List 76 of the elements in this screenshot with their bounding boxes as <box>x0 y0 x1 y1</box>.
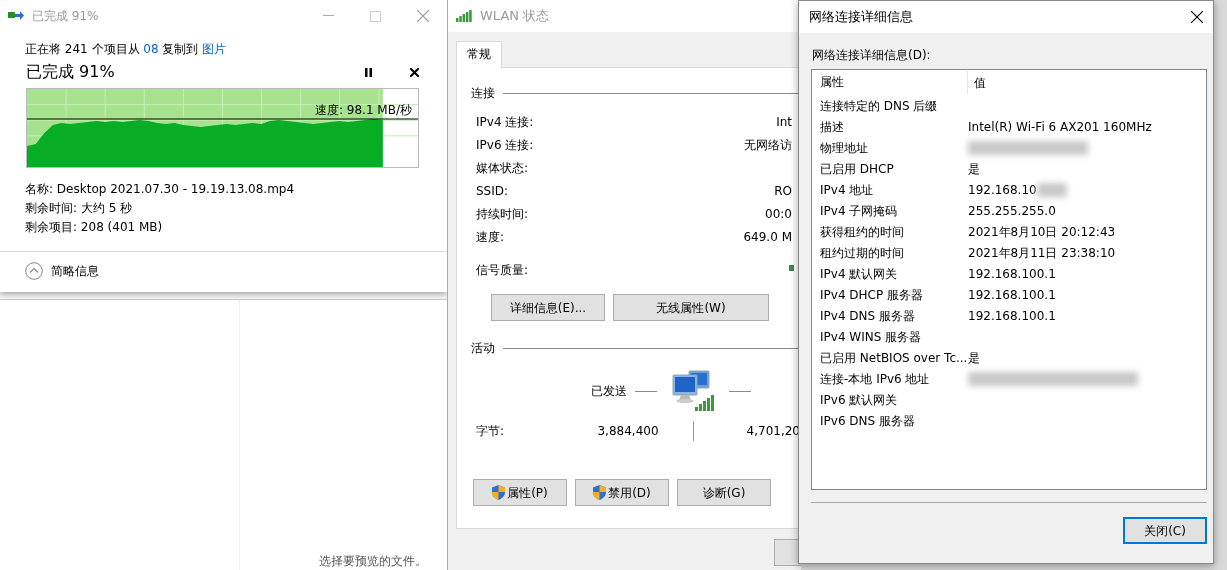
dialog-button[interactable]: 详细信息(E)... <box>491 294 605 321</box>
dialog-button[interactable]: 属性(P) <box>473 479 567 506</box>
property-cell-text: 连接-本地 IPv6 地址 <box>819 370 931 388</box>
field-value: 无网络访 <box>744 136 792 154</box>
field-label: IPv6 连接: <box>476 136 534 154</box>
property-cell-text: 描述 <box>819 118 845 136</box>
field-value: 649.0 M <box>743 228 792 246</box>
maximize-icon[interactable] <box>370 10 381 22</box>
shield-icon <box>492 485 506 500</box>
list-label: 网络连接详细信息(D): <box>812 48 931 62</box>
property-cell-text: IPv4 DHCP 服务器 <box>819 286 925 304</box>
value-cell-text: 是 <box>968 160 980 178</box>
property-cell-text: 连接特定的 DNS 后缀 <box>819 97 939 115</box>
value-cell-text: 是 <box>968 349 980 367</box>
close-icon[interactable] <box>1191 11 1203 23</box>
value-cell-text: 192.168.10 <box>968 181 1037 199</box>
field-value: RO <box>774 182 792 200</box>
dialog-button[interactable]: 无线属性(W) <box>613 294 769 321</box>
field-label: SSID: <box>476 182 509 200</box>
cancel-icon[interactable] <box>410 67 419 77</box>
property-cell-text: IPv4 WINS 服务器 <box>819 328 923 346</box>
property-cell-text: 物理地址 <box>819 139 869 157</box>
property-cell-text: 已启用 DHCP <box>819 160 895 178</box>
close-button[interactable]: 关闭(C) <box>1123 517 1207 544</box>
value-cell-text: 192.168.100.1 <box>968 307 1056 325</box>
property-cell-text: IPv6 默认网关 <box>819 391 899 409</box>
field-label: 持续时间: <box>476 205 529 223</box>
dialog-button[interactable]: 诊断(G) <box>677 479 771 506</box>
field-label: 速度: <box>476 228 505 246</box>
toggle-link[interactable]: 简略信息 <box>51 262 99 280</box>
group-heading: 连接 <box>471 85 495 102</box>
property-cell-text: IPv4 DNS 服务器 <box>819 307 916 325</box>
preview-hint: 选择要预览的文件。 <box>319 553 427 570</box>
property-cell-text: IPv4 地址 <box>819 181 875 199</box>
shield-icon <box>593 485 607 500</box>
property-cell-text: IPv4 子网掩码 <box>819 202 899 220</box>
window-title: WLAN 状态 <box>480 7 550 26</box>
field-value: Int <box>776 113 792 131</box>
pause-icon[interactable] <box>365 67 372 77</box>
column-header[interactable]: 属性 <box>812 71 968 94</box>
folder-link[interactable]: 图片 <box>202 42 227 56</box>
value-cell-text: 2021年8月10日 20:12:43 <box>968 223 1116 241</box>
field-value: 00:0 <box>765 205 792 223</box>
copy-summary: 正在将 241 个项目从 08 复制到 图片 <box>25 41 228 58</box>
field-label: 信号质量: <box>476 262 529 279</box>
detail-line: 名称: Desktop 2021.07.30 - 19.19.13.08.mp4 <box>25 181 296 198</box>
value-cell-text: 192.168.100.1 <box>968 286 1056 304</box>
value-cell-text: Intel(R) Wi-Fi 6 AX201 160MHz <box>968 118 1152 136</box>
dialog-button[interactable]: 禁用(D) <box>575 479 669 506</box>
sent-label: 已发送 <box>591 383 627 400</box>
minimize-icon[interactable] <box>323 15 334 17</box>
property-cell-text: 租约过期的时间 <box>819 244 905 262</box>
window-title: 网络连接详细信息 <box>809 8 913 27</box>
bytes-sent: 3,884,400 <box>596 423 659 440</box>
field-label: 媒体状态: <box>476 159 529 177</box>
tab[interactable]: 常规 <box>456 41 502 68</box>
speed-reading: 速度: 98.1 MB/秒 <box>314 102 412 119</box>
property-cell-text: IPv4 默认网关 <box>819 265 899 283</box>
column-header[interactable]: 值 <box>968 73 986 92</box>
group-heading: 活动 <box>471 340 495 357</box>
window-title: 已完成 91% <box>32 8 99 25</box>
value-cell-text: 2021年8月11日 23:38:10 <box>968 244 1116 262</box>
bytes-received: 4,701,20 <box>746 423 800 440</box>
folder-link[interactable]: 08 <box>143 42 159 56</box>
copy-icon <box>8 10 24 22</box>
field-label: IPv4 连接: <box>476 113 534 131</box>
chevron-up-icon[interactable] <box>25 262 43 280</box>
value-cell-text: 192.168.100.1 <box>968 265 1056 283</box>
detail-line: 剩余项目: 208 (401 MB) <box>25 219 164 236</box>
detail-line: 剩余时间: 大约 5 秒 <box>25 200 134 217</box>
property-cell-text: 获得租约的时间 <box>819 223 905 241</box>
property-cell-text: IPv6 DNS 服务器 <box>819 412 916 430</box>
property-cell-text: 已启用 NetBIOS over Tc... <box>819 349 968 367</box>
progress-heading: 已完成 91% <box>26 61 115 83</box>
field-label: 字节: <box>476 423 506 440</box>
value-cell-text: 255.255.255.0 <box>968 202 1056 220</box>
